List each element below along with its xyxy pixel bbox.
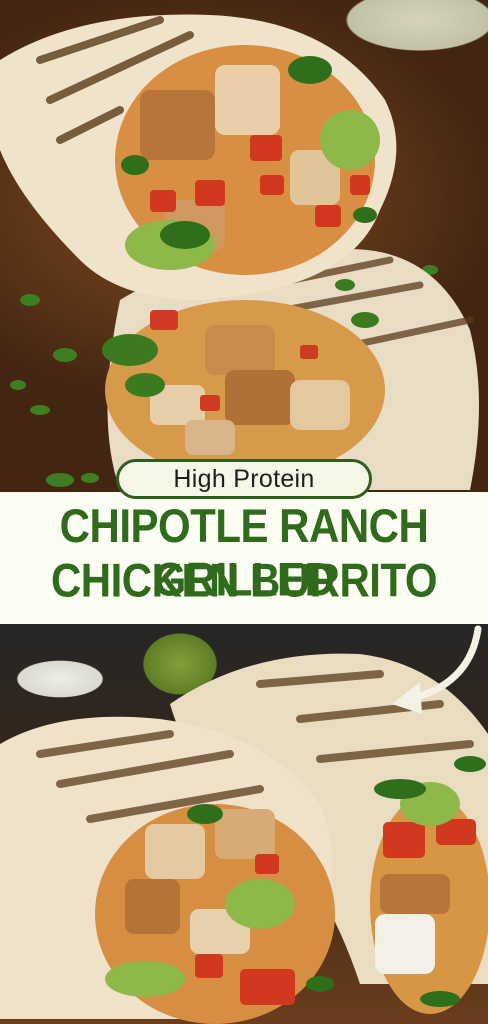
high-protein-badge: High Protein: [116, 459, 372, 499]
recipe-pin: High Protein CHIPOTLE RANCH GRILLED CHIC…: [0, 0, 488, 1024]
bottom-burrito-photo: [0, 624, 488, 1024]
top-burrito-illustration: [0, 0, 488, 492]
bottom-burrito-illustration: [0, 625, 488, 1024]
top-burrito-photo: [0, 0, 488, 492]
badge-label: High Protein: [173, 464, 315, 493]
recipe-title-line-2: CHICKEN BURRITO: [50, 554, 438, 607]
